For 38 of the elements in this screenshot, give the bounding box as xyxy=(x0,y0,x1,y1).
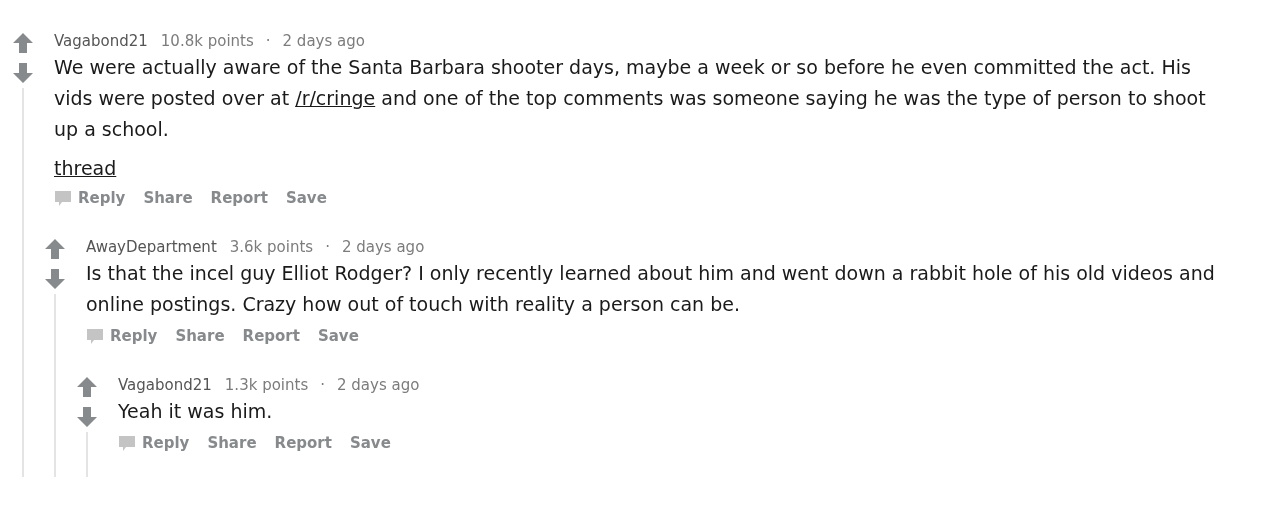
action-button[interactable]: Save xyxy=(285,186,327,210)
subreddit-link[interactable]: /r/cringe xyxy=(295,87,376,109)
action-button[interactable]: Save xyxy=(349,431,391,455)
action-button[interactable]: Reply xyxy=(118,431,190,455)
username[interactable]: AwayDepartment xyxy=(86,236,217,258)
action-button[interactable]: Share xyxy=(175,324,225,348)
action-button[interactable]: Reply xyxy=(86,324,158,348)
separator-dot: · xyxy=(320,375,325,396)
comment-text: We were actually aware of the Santa Barbara shooter days, maybe a week or so before he even committed the act. His vids were posted over at /r/cringe and one of the top comments was someone saying he was the type of person to shoot up a school. xyxy=(54,55,1207,142)
comment-icon xyxy=(54,189,72,207)
comment-icon xyxy=(86,327,104,345)
timestamp: 2 days ago xyxy=(282,31,365,52)
separator-dot: · xyxy=(265,31,271,52)
thread-link[interactable]: thread xyxy=(54,157,117,179)
points-count: 1.3k points xyxy=(224,375,309,396)
action-button[interactable]: Share xyxy=(207,431,257,455)
separator-dot: · xyxy=(325,237,330,258)
action-button[interactable]: Reply xyxy=(54,186,126,210)
action-button[interactable]: Report xyxy=(210,186,268,210)
downvote-icon[interactable] xyxy=(44,268,66,290)
timestamp: 2 days ago xyxy=(337,375,420,396)
action-button[interactable]: Report xyxy=(274,431,332,455)
points-count: 10.8k points xyxy=(160,31,254,52)
action-button[interactable]: Share xyxy=(143,186,193,210)
comment-text: Yeah it was him. xyxy=(118,399,274,424)
username[interactable]: Vagabond21 xyxy=(54,30,148,52)
comment-icon xyxy=(118,434,136,452)
username[interactable]: Vagabond21 xyxy=(118,374,212,396)
downvote-icon[interactable] xyxy=(76,406,98,428)
upvote-icon[interactable] xyxy=(76,376,98,398)
timestamp: 2 days ago xyxy=(341,237,425,258)
upvote-icon[interactable] xyxy=(12,32,34,54)
action-button[interactable]: Save xyxy=(317,324,359,348)
action-button[interactable]: Report xyxy=(242,324,300,348)
upvote-icon[interactable] xyxy=(44,238,66,260)
comment-text: Is that the incel guy Elliot Rodger? I only recently learned about him and went down a rabbit hole of his old videos and online postings. Crazy how out of touch with reality a person can be. xyxy=(86,261,1216,317)
downvote-icon[interactable] xyxy=(12,62,34,84)
points-count: 3.6k points xyxy=(229,237,314,258)
